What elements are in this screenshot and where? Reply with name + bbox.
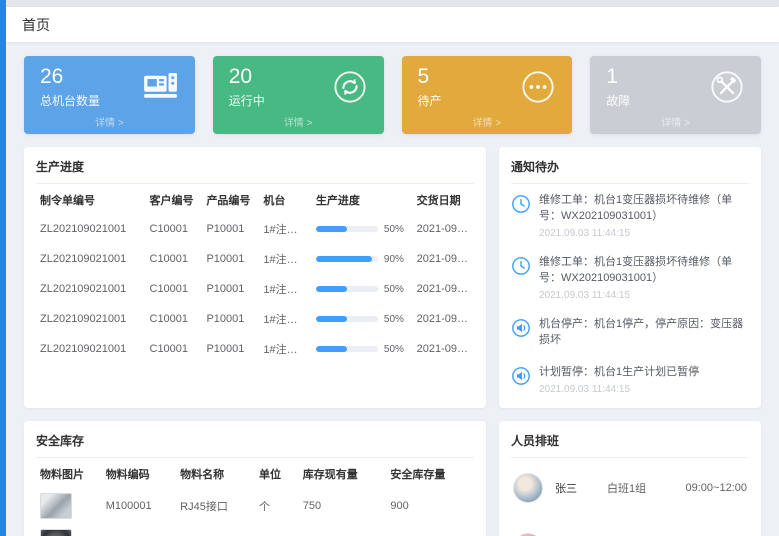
ellipsis-icon: [520, 69, 556, 105]
progress-value: 50%: [384, 344, 404, 355]
stat-value: 5: [418, 65, 442, 88]
schedule-row: 李四 白班2组 12:00~16:00: [511, 518, 749, 536]
notification-item[interactable]: 计划暂停：机台1生产计划已暂停 2021.09.03 11:44:15: [511, 356, 749, 402]
table-row: M100001 RJ45接口 个 750 900: [36, 488, 474, 524]
avatar: [513, 533, 543, 536]
stat-label: 故障: [606, 92, 630, 109]
page-header: 首页: [6, 7, 779, 43]
col-header: 客户编号: [146, 184, 203, 214]
material-image: [40, 529, 72, 536]
progress-value: 50%: [384, 284, 404, 295]
col-header: 机台: [259, 184, 312, 214]
col-header: 生产进度: [312, 184, 413, 214]
person-time: 09:00~12:00: [686, 482, 747, 494]
top-strip: [6, 0, 779, 7]
notification-time: 2021.09.03 11:44:15: [539, 228, 749, 239]
clock-icon: [511, 256, 531, 276]
person-shift: 白班1组: [607, 480, 671, 496]
table-row: ZL202109021001 C10001 P10001 1#注塑机 50% 2…: [36, 214, 474, 244]
stat-card-fault[interactable]: 1 故障 详情 >: [590, 56, 761, 134]
notification-item[interactable]: 机台停产：机台1停产，停产原因：变压器损坏: [511, 308, 749, 356]
notification-text: 机台停产：机台1停产，停产原因：变压器损坏: [539, 317, 749, 349]
col-header: 产品编号: [202, 184, 259, 214]
panel-title: 生产进度: [36, 156, 474, 184]
clock-icon: [511, 194, 531, 214]
stat-cards: 26 总机台数量 详情 >: [24, 56, 761, 134]
table-row: ZL202109021001 C10001 P10001 1#注塑机 90% 2…: [36, 244, 474, 274]
table-row: ZL202109021001 C10001 P10001 1#注塑机 50% 2…: [36, 274, 474, 304]
table-row: ZL202109021001 C10001 P10001 1#注塑机 50% 2…: [36, 334, 474, 364]
notification-text: 维修工单：机台1变压器损坏待维修（单号：WX202109031001）: [539, 255, 749, 287]
progress-bar: [316, 286, 378, 292]
progress-bar: [316, 226, 378, 232]
notification-time: 2021.09.03 11:44:15: [539, 384, 699, 395]
person-name: 张三: [555, 480, 607, 496]
card-detail-link[interactable]: 详情 >: [590, 114, 761, 134]
safety-inventory-panel: 安全库存 物料图片 物料编码 物料名称 单位 库存现有量 安全库存量: [24, 421, 486, 536]
avatar: [513, 473, 543, 503]
panel-title: 人员排班: [511, 430, 749, 458]
stat-label: 总机台数量: [40, 92, 100, 109]
left-accent-bar: [0, 0, 6, 536]
card-detail-link[interactable]: 详情 >: [402, 114, 573, 134]
running-icon: [332, 69, 368, 105]
speaker-icon: [511, 318, 531, 338]
stat-card-waiting[interactable]: 5 待产 详情 >: [402, 56, 573, 134]
material-image: [40, 493, 72, 519]
main-grid: 生产进度 制令单编号 客户编号 产品编号 机台 生产进度 交货日期 ZL2021: [24, 147, 761, 536]
progress-value: 50%: [384, 314, 404, 325]
col-header: 交货日期: [413, 184, 474, 214]
speaker-icon: [511, 366, 531, 386]
notifications-panel: 通知待办 维修工单：机台1变压器损坏待维修（单号：WX202109031001）…: [499, 147, 761, 408]
table-row: ZL202109021001 C10001 P10001 1#注塑机 50% 2…: [36, 304, 474, 334]
stat-card-total-machines[interactable]: 26 总机台数量 详情 >: [24, 56, 195, 134]
progress-bar: [316, 256, 378, 262]
table-row: M100001 RJ45接口 个 750 900: [36, 524, 474, 536]
stat-value: 26: [40, 65, 100, 88]
production-progress-panel: 生产进度 制令单编号 客户编号 产品编号 机台 生产进度 交货日期 ZL2021: [24, 147, 486, 408]
progress-value: 50%: [384, 224, 404, 235]
progress-value: 90%: [384, 254, 404, 265]
schedule-row: 张三 白班1组 09:00~12:00: [511, 458, 749, 518]
col-header: 物料编码: [102, 458, 176, 488]
machine-icon: [143, 69, 179, 105]
content: 26 总机台数量 详情 >: [6, 43, 779, 536]
stat-value: 1: [606, 65, 630, 88]
notification-item[interactable]: 维修工单：机台1变压器损坏待维修（单号：WX202109031001） 2021…: [511, 246, 749, 308]
stat-label: 待产: [418, 92, 442, 109]
stat-label: 运行中: [229, 92, 265, 109]
progress-bar: [316, 316, 378, 322]
panel-title: 安全库存: [36, 430, 474, 458]
inventory-table: 物料图片 物料编码 物料名称 单位 库存现有量 安全库存量 M100001 RJ…: [36, 458, 474, 536]
notification-time: 2021.09.03 11:44:15: [539, 290, 749, 301]
col-header: 物料图片: [36, 458, 102, 488]
notification-text: 计划暂停：机台1生产计划已暂停: [539, 365, 699, 381]
col-header: 制令单编号: [36, 184, 146, 214]
panel-title: 通知待办: [511, 156, 749, 184]
card-detail-link[interactable]: 详情 >: [24, 114, 195, 134]
col-header: 物料名称: [176, 458, 255, 488]
stat-value: 20: [229, 65, 265, 88]
tools-icon: [709, 69, 745, 105]
page-title: 首页: [22, 15, 50, 35]
col-header: 库存现有量: [299, 458, 387, 488]
stat-card-running[interactable]: 20 运行中 详情 >: [213, 56, 384, 134]
notification-text: 维修工单：机台1变压器损坏待维修（单号：WX202109031001）: [539, 193, 749, 225]
notification-item[interactable]: 维修工单：机台1变压器损坏待维修（单号：WX202109031001） 2021…: [511, 184, 749, 246]
production-table: 制令单编号 客户编号 产品编号 机台 生产进度 交货日期 ZL202109021…: [36, 184, 474, 364]
card-detail-link[interactable]: 详情 >: [213, 114, 384, 134]
personnel-schedule-panel: 人员排班 张三 白班1组 09:00~12:00 李四 白班2组 12:00~1…: [499, 421, 761, 536]
col-header: 单位: [255, 458, 299, 488]
progress-bar: [316, 346, 378, 352]
col-header: 安全库存量: [386, 458, 474, 488]
